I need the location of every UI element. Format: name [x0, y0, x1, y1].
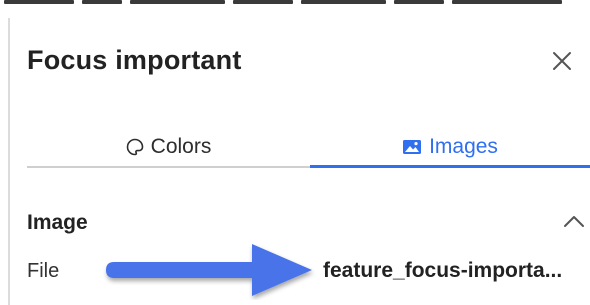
palette-icon: [126, 138, 143, 156]
close-button[interactable]: [547, 46, 577, 76]
tab-colors[interactable]: Colors: [27, 125, 310, 169]
panel-title: Focus important: [27, 45, 242, 75]
collapse-section-button[interactable]: [560, 209, 588, 233]
top-cropped-text: [0, 0, 590, 9]
file-label: File: [27, 260, 60, 282]
section-title-image: Image: [27, 211, 88, 234]
image-icon: [403, 140, 422, 154]
tab-colors-label: Colors: [150, 135, 212, 158]
tab-bar: Colors Images: [27, 125, 590, 169]
tab-divider: [27, 166, 310, 168]
close-icon: [553, 52, 571, 70]
panel-left-border: [8, 18, 10, 305]
file-value: feature_focus-importa...: [323, 259, 563, 282]
chevron-up-icon: [564, 216, 584, 227]
active-tab-indicator: [310, 165, 590, 168]
tab-images[interactable]: Images: [310, 125, 590, 169]
tab-images-label: Images: [429, 135, 498, 158]
arrow-right-icon: [106, 244, 312, 296]
annotation-arrow: [100, 236, 320, 300]
